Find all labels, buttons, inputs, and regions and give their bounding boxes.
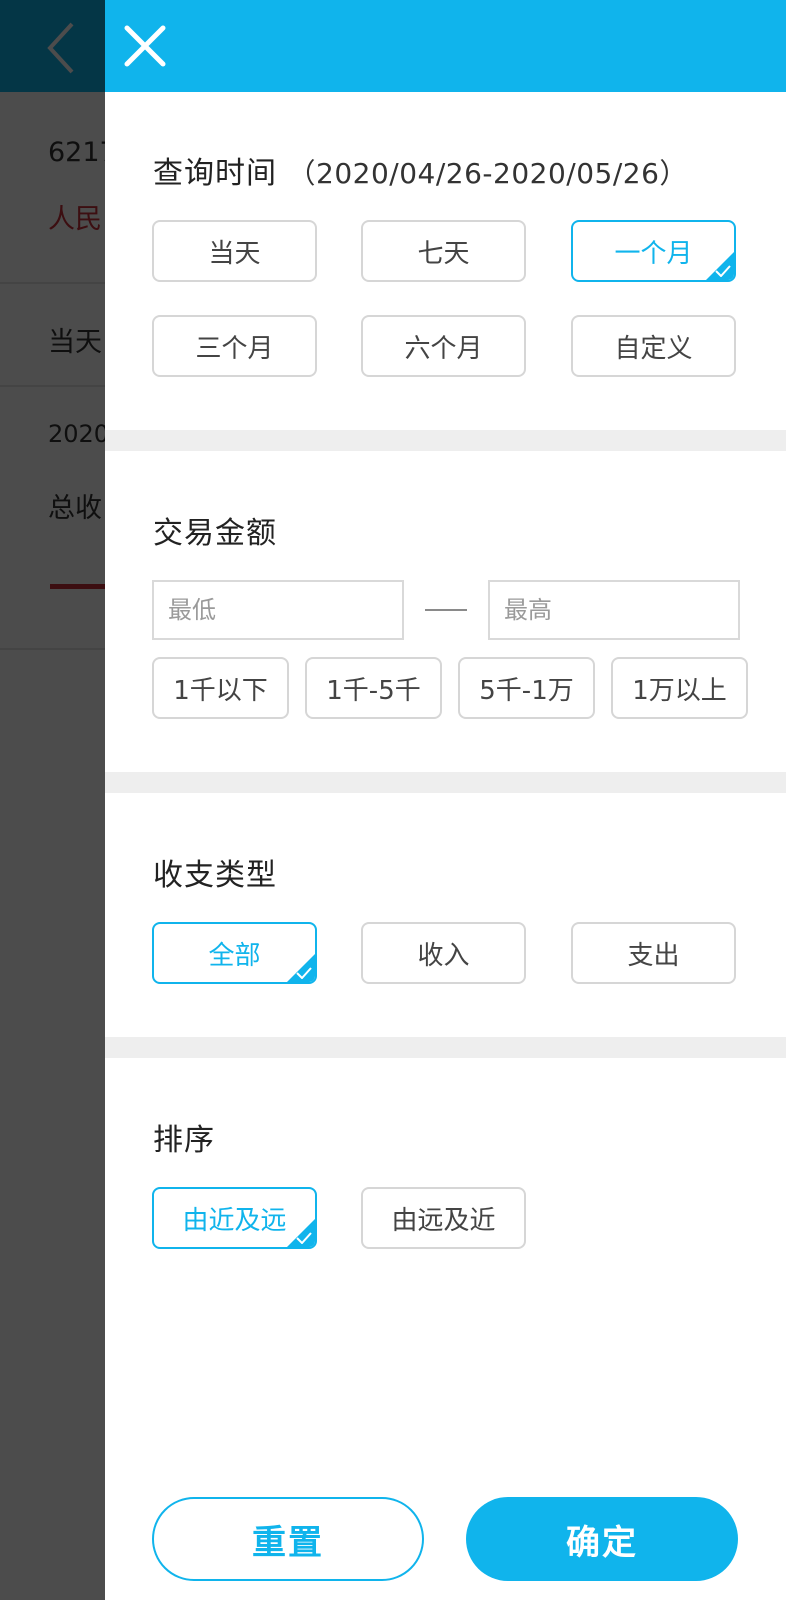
option-label: 自定义 [614,333,693,364]
option-label: 由近及远 [182,1205,287,1236]
option-label: 收入 [417,940,470,971]
amount-option-1k-5k[interactable]: 1千-5千 [305,657,442,719]
option-label: 一个月 [614,238,693,269]
sort-option-newest-first[interactable]: 由近及远 [152,1187,317,1249]
confirm-button[interactable]: 确定 [466,1497,738,1581]
amount-option-5k-10k[interactable]: 5千-1万 [458,657,595,719]
reset-label: 重置 [252,1522,324,1563]
option-label: 1千-5千 [326,675,421,706]
check-icon [296,1232,312,1244]
check-icon [715,265,731,277]
section-separator [105,1037,786,1058]
time-option-custom[interactable]: 自定义 [571,315,736,377]
option-label: 1千以下 [173,675,268,706]
option-label: 1万以上 [632,675,727,706]
time-title: 查询时间 [153,156,277,191]
time-option-one-month[interactable]: 一个月 [571,220,736,282]
range-separator [425,609,467,611]
amount-option-under-1k[interactable]: 1千以下 [152,657,289,719]
filter-drawer: 查询时间 （2020/04/26-2020/05/26） 当天 七天 一个月 三… [105,0,786,1600]
time-option-three-months[interactable]: 三个月 [152,315,317,377]
check-icon [296,967,312,979]
min-amount-input[interactable] [152,580,404,640]
reset-button[interactable]: 重置 [152,1497,424,1581]
sort-option-oldest-first[interactable]: 由远及近 [361,1187,526,1249]
section-separator [105,772,786,793]
time-option-six-months[interactable]: 六个月 [361,315,526,377]
option-label: 5千-1万 [479,675,574,706]
option-label: 三个月 [195,333,274,364]
option-label: 七天 [417,238,470,269]
time-option-seven-days[interactable]: 七天 [361,220,526,282]
option-label: 全部 [208,940,261,971]
option-label: 支出 [627,940,680,971]
time-option-today[interactable]: 当天 [152,220,317,282]
amount-section-title: 交易金额 [153,516,277,551]
amount-option-over-10k[interactable]: 1万以上 [611,657,748,719]
time-section-title: 查询时间 （2020/04/26-2020/05/26） [153,148,688,192]
type-option-expense[interactable]: 支出 [571,922,736,984]
type-option-income[interactable]: 收入 [361,922,526,984]
type-section-title: 收支类型 [153,858,277,893]
time-range-text: （2020/04/26-2020/05/26） [287,157,688,190]
drawer-header [105,0,786,92]
type-option-all[interactable]: 全部 [152,922,317,984]
section-separator [105,430,786,451]
max-amount-input[interactable] [488,580,740,640]
option-label: 六个月 [404,333,483,364]
close-icon[interactable] [115,16,175,76]
option-label: 当天 [208,238,261,269]
option-label: 由远及近 [391,1205,496,1236]
sort-section-title: 排序 [153,1123,215,1158]
confirm-label: 确定 [566,1522,638,1563]
